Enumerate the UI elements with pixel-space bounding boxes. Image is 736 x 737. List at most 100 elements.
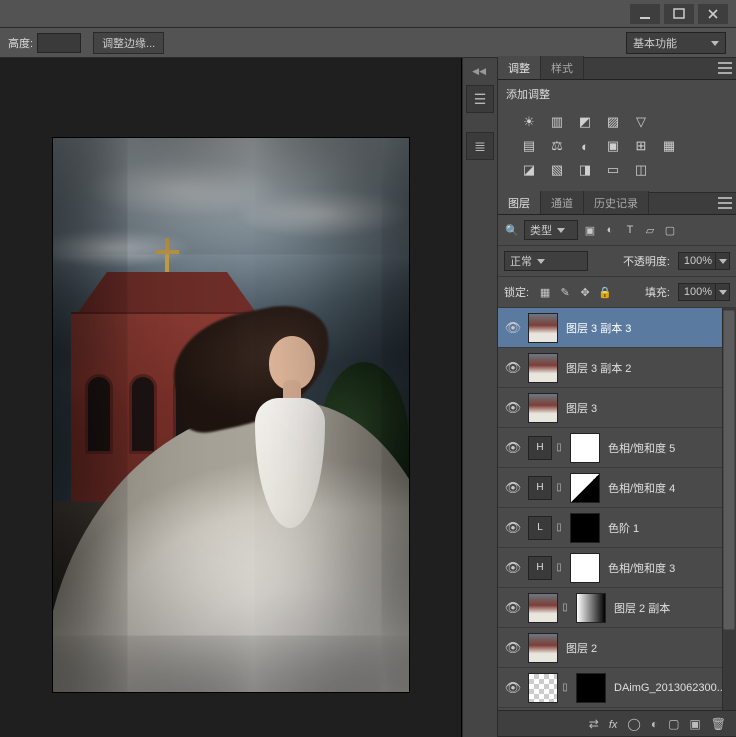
bw-icon[interactable]: ◐ [576,138,594,154]
photo-filter-icon[interactable]: ▣ [604,138,622,154]
layer-row[interactable]: 👁L▯色阶 1 [498,508,736,548]
layer-row[interactable]: 👁图层 3 副本 3 [498,308,736,348]
mask-thumb[interactable] [576,673,606,703]
layer-lock-row: 锁定: ▦ ✎ ✥ 🔒 填充: 100% [498,277,736,308]
vibrance-icon[interactable]: ▽ [632,114,650,130]
fx-icon[interactable]: fx [609,717,618,731]
visibility-icon[interactable]: 👁 [502,560,524,576]
adj-badge[interactable]: H [528,436,552,460]
thresh-icon[interactable]: ◨ [576,162,594,178]
tab-channels[interactable]: 通道 [541,191,584,214]
layer-row[interactable]: 👁图层 3 副本 2 [498,348,736,388]
link-icon: ▯ [554,522,564,533]
levels-icon[interactable]: ▥ [548,114,566,130]
layer-thumb[interactable] [528,593,558,623]
mask-thumb[interactable] [570,473,600,503]
workspace-dropdown[interactable]: 基本功能 [626,32,726,54]
mask-thumb[interactable] [570,513,600,543]
layer-row[interactable]: 👁H▯色相/饱和度 3 [498,548,736,588]
invert-icon[interactable]: ◪ [520,162,538,178]
select-color-icon[interactable]: ◫ [632,162,650,178]
visibility-icon[interactable]: 👁 [502,680,524,696]
layer-row[interactable]: 👁图层 3 [498,388,736,428]
poster-icon[interactable]: ▧ [548,162,566,178]
hsl-icon[interactable]: ▤ [520,138,538,154]
layer-thumb[interactable] [528,393,558,423]
visibility-icon[interactable]: 👁 [502,640,524,656]
layer-row[interactable]: 👁图层 2 [498,628,736,668]
link-layers-icon[interactable]: ⇄ [589,717,599,731]
lock-paint-icon[interactable]: ✎ [557,284,573,300]
visibility-icon[interactable]: 👁 [502,360,524,376]
lock-pos-icon[interactable]: ✥ [577,284,593,300]
window-minimize-button[interactable] [630,4,660,24]
lock-all-icon[interactable]: 🔒 [597,284,613,300]
visibility-icon[interactable]: 👁 [502,400,524,416]
opacity-field[interactable]: 100% [678,251,730,271]
visibility-icon[interactable]: 👁 [502,440,524,456]
group-icon[interactable]: ▢ [668,717,679,731]
window-maximize-button[interactable] [664,4,694,24]
exposure-icon[interactable]: ▨ [604,114,622,130]
collapsed-panel-dock: ◀◀ ☰ ≣ [462,58,498,737]
fill-field[interactable]: 100% [678,282,730,302]
mixer-icon[interactable]: ⊞ [632,138,650,154]
trash-icon[interactable]: 🗑 [711,717,726,731]
paragraph-panel-icon[interactable]: ≣ [466,132,494,160]
tab-layers[interactable]: 图层 [498,191,541,214]
search-icon[interactable]: 🔍 [504,222,520,238]
refine-edge-button[interactable]: 调整边缘... [93,32,164,54]
height-field[interactable] [37,33,81,53]
filter-type-icon[interactable]: T [622,222,638,238]
adj-badge[interactable]: H [528,476,552,500]
adj-badge[interactable]: L [528,516,552,540]
filter-kind-dropdown[interactable]: 类型 [524,220,578,240]
tab-adjustments[interactable]: 调整 [498,56,541,79]
visibility-icon[interactable]: 👁 [502,480,524,496]
panel-menu-button[interactable] [718,197,732,209]
dock-expand-button[interactable]: ◀◀ [470,64,490,79]
brightness-icon[interactable]: ☀ [520,114,538,130]
tab-history[interactable]: 历史记录 [584,191,649,214]
filter-shape-icon[interactable]: ▱ [642,222,658,238]
adj-badge[interactable]: H [528,556,552,580]
filter-adj-icon[interactable]: ◐ [602,222,618,238]
mask-icon[interactable]: ◯ [627,717,640,731]
layer-thumb[interactable] [528,673,558,703]
mask-thumb[interactable] [576,593,606,623]
canvas[interactable] [53,138,409,692]
link-icon: ▯ [560,682,570,693]
filter-image-icon[interactable]: ▣ [582,222,598,238]
link-icon: ▯ [554,482,564,493]
tab-styles[interactable]: 样式 [541,56,584,79]
blend-mode-label: 正常 [510,253,532,269]
properties-panel-icon[interactable]: ☰ [466,85,494,113]
title-bar [0,0,736,28]
lock-trans-icon[interactable]: ▦ [537,284,553,300]
layer-row[interactable]: 👁▯DAimG_2013062300... [498,668,736,708]
new-layer-icon[interactable]: ▣ [689,717,700,731]
mask-thumb[interactable] [570,553,600,583]
layer-row[interactable]: 👁▯图层 2 副本 [498,588,736,628]
lut-icon[interactable]: ▦ [660,138,678,154]
balance-icon[interactable]: ⚖ [548,138,566,154]
layer-thumb[interactable] [528,313,558,343]
visibility-icon[interactable]: 👁 [502,600,524,616]
visibility-icon[interactable]: 👁 [502,320,524,336]
blend-mode-dropdown[interactable]: 正常 [504,251,588,271]
layer-thumb[interactable] [528,633,558,663]
filter-smart-icon[interactable]: ▢ [662,222,678,238]
layer-thumb[interactable] [528,353,558,383]
mask-thumb[interactable] [570,433,600,463]
layer-row[interactable]: 👁H▯色相/饱和度 4 [498,468,736,508]
new-adj-icon[interactable]: ◐ [651,717,658,731]
visibility-icon[interactable]: 👁 [502,520,524,536]
grad-map-icon[interactable]: ▭ [604,162,622,178]
panel-menu-button[interactable] [718,62,732,74]
filter-kind-label: 类型 [530,222,552,238]
curves-icon[interactable]: ◩ [576,114,594,130]
layer-row[interactable]: 👁H▯色相/饱和度 5 [498,428,736,468]
window-close-button[interactable] [698,4,728,24]
scrollbar[interactable] [722,308,736,710]
scrollbar-thumb[interactable] [723,310,735,630]
